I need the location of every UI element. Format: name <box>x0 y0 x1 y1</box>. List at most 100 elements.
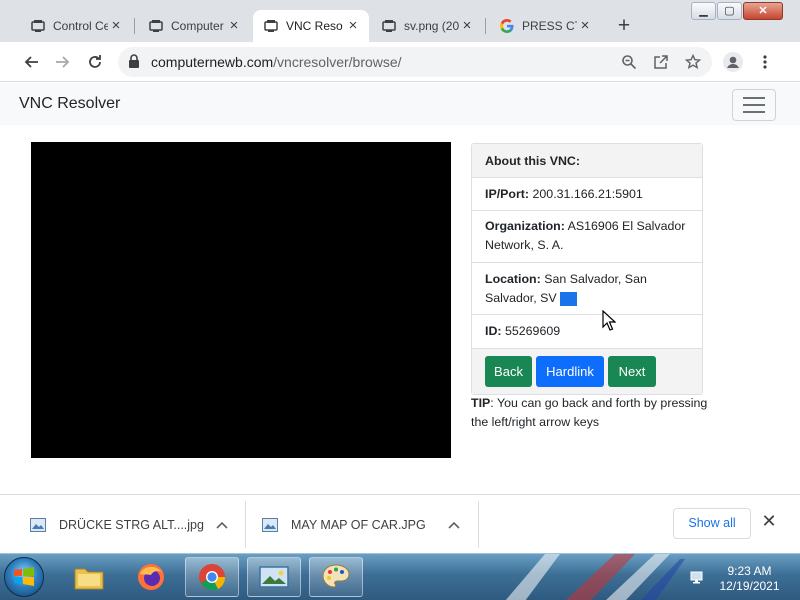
taskbar-explorer[interactable] <box>62 557 116 597</box>
close-tab-icon[interactable]: × <box>577 18 593 34</box>
profile-avatar-icon[interactable] <box>721 50 745 74</box>
tab-title: Computer <box>171 19 224 33</box>
reload-icon[interactable] <box>83 50 107 74</box>
tab-title: sv.png (20 <box>404 19 459 33</box>
back-button[interactable]: Back <box>485 356 532 387</box>
vnc-screenshot-image <box>31 142 451 458</box>
tab-strip: Control Ce × Computer × VNC Reso × sv.pn… <box>0 0 800 42</box>
close-tab-icon[interactable]: × <box>226 18 242 34</box>
taskbar-paint[interactable] <box>309 557 363 597</box>
taskbar-chrome[interactable] <box>185 557 239 597</box>
taskbar-photo-viewer[interactable] <box>247 557 301 597</box>
chevron-up-icon[interactable] <box>448 518 460 532</box>
organization-row: Organization: AS16906 El Salvador Networ… <box>472 211 702 263</box>
hardlink-button[interactable]: Hardlink <box>536 356 604 387</box>
browser-toolbar: computernewb.com/vncresolver/browse/ <box>0 42 800 82</box>
tip-text: TIP: You can go back and forth by pressi… <box>471 394 711 432</box>
window-controls: ▁ ▢ ✕ <box>690 2 783 22</box>
card-header: About this VNC: <box>472 144 702 178</box>
close-window-button[interactable]: ✕ <box>743 2 783 20</box>
system-clock[interactable]: 9:23 AM 12/19/2021 <box>712 564 787 594</box>
id-label: ID: <box>485 324 502 338</box>
download-item[interactable]: MAY MAP OF CAR.JPG <box>262 495 472 554</box>
ip-port-label: IP/Port: <box>485 187 530 201</box>
zoom-icon[interactable] <box>617 50 641 74</box>
clock-time: 9:23 AM <box>727 564 772 578</box>
taskbar-firefox[interactable] <box>124 557 178 597</box>
chrome-icon <box>199 564 226 591</box>
vnc-info-card: About this VNC: IP/Port: 200.31.166.21:5… <box>471 143 703 395</box>
close-shelf-icon[interactable]: ✕ <box>760 511 778 535</box>
vnc-icon <box>381 18 397 34</box>
organization-label: Organization: <box>485 219 565 233</box>
shelf-divider <box>245 501 246 548</box>
back-arrow-icon[interactable] <box>19 50 43 74</box>
tab-title: Control Ce <box>53 19 108 33</box>
tab-google[interactable]: PRESS CT × <box>489 10 601 42</box>
vnc-icon <box>30 18 46 34</box>
mouse-cursor-icon <box>602 309 617 336</box>
close-tab-icon[interactable]: × <box>459 18 475 34</box>
download-shelf: DRÜCKE STRG ALT....jpg MAY MAP OF CAR.JP… <box>0 494 800 553</box>
windows-taskbar: 9:23 AM 12/19/2021 <box>0 553 800 600</box>
show-all-button[interactable]: Show all <box>673 508 751 539</box>
url-path: /vncresolver/browse/ <box>273 54 402 70</box>
url-host: computernewb.com <box>151 54 274 70</box>
shelf-divider <box>478 501 479 548</box>
menu-toggle-button[interactable] <box>732 89 776 121</box>
network-tray-icon[interactable] <box>690 571 706 585</box>
tip-body: : You can go back and forth by pressing … <box>471 396 708 429</box>
site-brand[interactable]: VNC Resolver <box>19 95 120 113</box>
tab-computernewb[interactable]: Computer × <box>138 10 250 42</box>
photo-viewer-icon <box>259 566 289 588</box>
firefox-icon <box>138 564 164 590</box>
chevron-up-icon[interactable] <box>216 518 228 532</box>
tab-title: VNC Reso <box>286 19 343 33</box>
image-file-icon <box>30 517 46 532</box>
screen: Control Ce × Computer × VNC Reso × sv.pn… <box>0 0 800 600</box>
windows-logo-icon <box>14 567 34 586</box>
tab-vnc-resolver[interactable]: VNC Reso × <box>253 10 369 42</box>
location-row: Location: San Salvador, San Salvador, SV <box>472 263 702 315</box>
tab-separator <box>485 18 486 34</box>
tab-separator <box>134 18 135 34</box>
share-icon[interactable] <box>649 50 673 74</box>
minimize-button[interactable]: ▁ <box>691 2 716 20</box>
start-button[interactable] <box>4 557 44 597</box>
card-footer: Back Hardlink Next <box>472 349 702 394</box>
vnc-icon <box>263 18 279 34</box>
download-filename: DRÜCKE STRG ALT....jpg <box>59 517 204 532</box>
bookmark-star-icon[interactable] <box>681 50 705 74</box>
download-item[interactable]: DRÜCKE STRG ALT....jpg <box>30 495 240 554</box>
paint-palette-icon <box>322 564 350 588</box>
clock-date: 12/19/2021 <box>719 579 780 593</box>
wallpaper-peek <box>505 554 685 600</box>
new-tab-button[interactable]: + <box>612 15 636 39</box>
ip-port-row: IP/Port: 200.31.166.21:5901 <box>472 178 702 211</box>
url-text: computernewb.com/vncresolver/browse/ <box>151 54 402 70</box>
forward-arrow-icon[interactable] <box>51 50 75 74</box>
download-filename: MAY MAP OF CAR.JPG <box>291 517 426 532</box>
maximize-button[interactable]: ▢ <box>717 2 742 20</box>
lock-icon[interactable] <box>128 54 140 74</box>
tab-control-center[interactable]: Control Ce × <box>20 10 132 42</box>
hamburger-line <box>743 111 765 113</box>
location-label: Location: <box>485 272 541 286</box>
hamburger-line <box>743 97 765 99</box>
tab-title: PRESS CT <box>522 19 577 33</box>
close-tab-icon[interactable]: × <box>108 18 124 34</box>
site-navbar: VNC Resolver <box>0 83 800 125</box>
ip-port-value: 200.31.166.21:5901 <box>532 187 643 201</box>
vnc-icon <box>148 18 164 34</box>
google-icon <box>499 18 515 34</box>
id-row: ID: 55269609 <box>472 315 702 349</box>
id-value: 55269609 <box>504 324 561 338</box>
tab-sv-png[interactable]: sv.png (20 × <box>371 10 483 42</box>
image-file-icon <box>262 517 278 532</box>
hamburger-line <box>743 104 765 106</box>
close-tab-icon[interactable]: × <box>345 18 361 34</box>
next-button[interactable]: Next <box>608 356 656 387</box>
folder-icon <box>74 568 104 590</box>
more-menu-icon[interactable] <box>753 50 777 74</box>
tip-label: TIP <box>471 396 491 410</box>
